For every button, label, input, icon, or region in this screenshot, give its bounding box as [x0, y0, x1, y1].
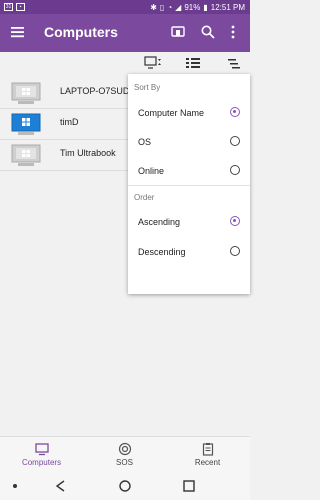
- bottom-nav: Computers SOS Recent: [0, 436, 250, 473]
- sort-option-online[interactable]: Online: [128, 160, 250, 182]
- lifebuoy-icon: [118, 442, 132, 456]
- notification-icon-2: ▪: [16, 3, 25, 11]
- connect-computer-icon[interactable]: [170, 24, 186, 40]
- sort-icon[interactable]: [224, 55, 242, 71]
- clock: 12:51 PM: [210, 2, 245, 12]
- order-header: Order: [134, 193, 155, 202]
- option-label: Online: [138, 166, 165, 176]
- tab-label: Recent: [194, 458, 221, 467]
- status-bar: 31 ▪ ✱ ▯ ◔ ◢ 91% ▮ 12:51 PM: [0, 0, 250, 14]
- notification-icon: 31: [4, 3, 13, 11]
- order-option-ascending[interactable]: Ascending: [128, 211, 250, 233]
- home-icon[interactable]: [118, 479, 132, 493]
- radio-button[interactable]: [230, 246, 240, 256]
- more-vert-icon[interactable]: [229, 24, 237, 40]
- option-label: Descending: [138, 247, 186, 257]
- hamburger-menu-icon[interactable]: [10, 24, 26, 40]
- sort-menu: Sort By Computer Name OS Online Order As…: [128, 74, 250, 294]
- menu-divider: [128, 185, 250, 186]
- sort-by-header: Sort By: [134, 83, 161, 92]
- monitor-icon: [35, 443, 49, 456]
- computer-name: timD: [60, 117, 79, 127]
- radio-button[interactable]: [230, 165, 240, 175]
- tab-label: Computers: [21, 458, 62, 467]
- option-label: Computer Name: [138, 108, 205, 118]
- radio-button[interactable]: [230, 107, 240, 117]
- recents-dot-icon[interactable]: [8, 479, 22, 493]
- tab-label: SOS: [116, 458, 133, 467]
- vibrate-icon: ▯: [159, 2, 165, 12]
- computer-name: LAPTOP-O7SUDU: [60, 86, 136, 96]
- bluetooth-icon: ✱: [150, 2, 157, 12]
- list-toolbar: [0, 52, 250, 74]
- status-right: ✱ ▯ ◔ ◢ 91% ▮ 12:51 PM: [150, 3, 250, 12]
- radio-button[interactable]: [230, 216, 240, 226]
- tab-recent[interactable]: Recent: [166, 437, 249, 473]
- app-bar: Computers: [0, 14, 250, 52]
- computer-filter-icon[interactable]: [144, 55, 162, 71]
- computer-name: Tim Ultrabook: [60, 148, 116, 158]
- option-label: Ascending: [138, 217, 181, 227]
- signal-icon: ◢: [175, 2, 182, 12]
- battery-percent: 91%: [184, 2, 201, 12]
- search-icon[interactable]: [200, 24, 216, 40]
- battery-icon: ▮: [203, 2, 208, 12]
- order-option-descending[interactable]: Descending: [128, 241, 250, 263]
- tab-computers[interactable]: Computers: [0, 437, 83, 473]
- clipboard-icon: [202, 443, 214, 456]
- back-icon[interactable]: [54, 479, 68, 493]
- computer-offline-icon: [11, 82, 41, 104]
- tab-sos[interactable]: SOS: [83, 437, 166, 473]
- system-nav-bar: [0, 472, 250, 500]
- sort-option-os[interactable]: OS: [128, 131, 250, 153]
- wifi-icon: ◔: [167, 2, 173, 12]
- computer-online-icon: [11, 113, 41, 135]
- option-label: OS: [138, 137, 152, 147]
- sort-option-computer-name[interactable]: Computer Name: [128, 102, 250, 124]
- overview-icon[interactable]: [182, 479, 196, 493]
- radio-button[interactable]: [230, 136, 240, 146]
- list-view-icon[interactable]: [184, 55, 202, 71]
- page-title: Computers: [44, 24, 118, 40]
- status-left: 31 ▪: [0, 3, 25, 11]
- computer-offline-icon: [11, 144, 41, 166]
